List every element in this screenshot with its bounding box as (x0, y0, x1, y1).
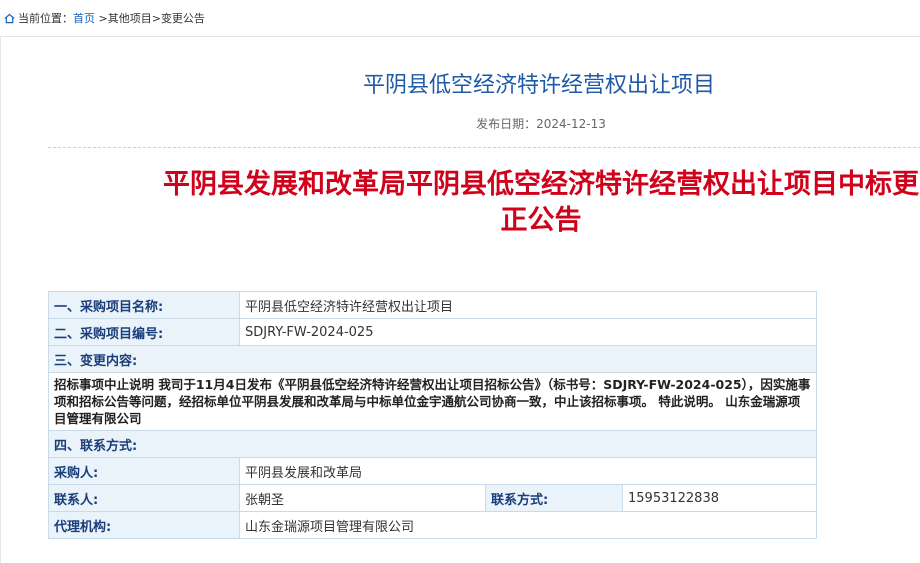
breadcrumb-prefix: 当前位置： (18, 12, 73, 25)
table-row: 一、采购项目名称: 平阴县低空经济特许经营权出让项目 (48, 291, 818, 319)
breadcrumb-item-other-projects[interactable]: 其他项目 (108, 12, 152, 25)
breadcrumb: 当前位置：首页 >其他项目>变更公告 (4, 10, 205, 27)
agency-label: 代理机构: (48, 511, 240, 539)
table-row: 联系人: 张朝圣 联系方式: 15953122838 (48, 484, 818, 512)
contact-phone-value: 15953122838 (621, 484, 818, 512)
project-number-label: 二、采购项目编号: (48, 318, 240, 346)
table-row: 采购人: 平阴县发展和改革局 (48, 457, 818, 485)
project-name-value: 平阴县低空经济特许经营权出让项目 (238, 291, 818, 319)
agency-value: 山东金瑞源项目管理有限公司 (238, 511, 818, 539)
contact-person-label: 联系人: (48, 484, 240, 512)
purchaser-label: 采购人: (48, 457, 240, 485)
breadcrumb-separator: > (151, 12, 161, 25)
change-content-label: 三、变更内容: (47, 345, 818, 373)
breadcrumb-item-change-notice: 变更公告 (160, 12, 205, 25)
purchaser-value: 平阴县发展和改革局 (238, 457, 818, 485)
change-content-text: 招标事项中止说明 我司于11月4日发布《平阴县低空经济特许经营权出让项目招标公告… (47, 372, 818, 431)
publish-date-value: 2024-12-13 (536, 117, 606, 131)
contact-section-label: 四、联系方式: (47, 430, 818, 458)
breadcrumb-home-link[interactable]: 首页 (73, 12, 95, 25)
content-panel: 平阴县低空经济特许经营权出让项目 发布日期：2024-12-13 平阴县发展和改… (0, 36, 920, 563)
contact-person-value: 张朝圣 (239, 484, 486, 512)
project-number-value: SDJRY-FW-2024-025 (238, 318, 818, 346)
page-title: 平阴县低空经济特许经营权出让项目 (362, 73, 715, 98)
publish-date-label: 发布日期： (476, 117, 537, 131)
home-icon (4, 13, 15, 27)
contact-phone-label: 联系方式: (485, 484, 623, 512)
breadcrumb-separator: > (95, 12, 108, 25)
info-table: 一、采购项目名称: 平阴县低空经济特许经营权出让项目 二、采购项目编号: SDJ… (47, 291, 818, 539)
table-row: 二、采购项目编号: SDJRY-FW-2024-025 (48, 318, 818, 346)
project-name-label: 一、采购项目名称: (48, 291, 240, 319)
table-row: 招标事项中止说明 我司于11月4日发布《平阴县低空经济特许经营权出让项目招标公告… (47, 372, 818, 431)
table-row: 代理机构: 山东金瑞源项目管理有限公司 (48, 511, 818, 539)
table-row: 三、变更内容: (47, 345, 818, 373)
table-row: 四、联系方式: (47, 430, 818, 458)
publish-date: 发布日期：2024-12-13 (361, 115, 721, 132)
notice-title: 平阴县发展和改革局平阴县低空经济特许经营权出让项目中标更正公告 (163, 169, 919, 236)
divider (48, 147, 920, 148)
